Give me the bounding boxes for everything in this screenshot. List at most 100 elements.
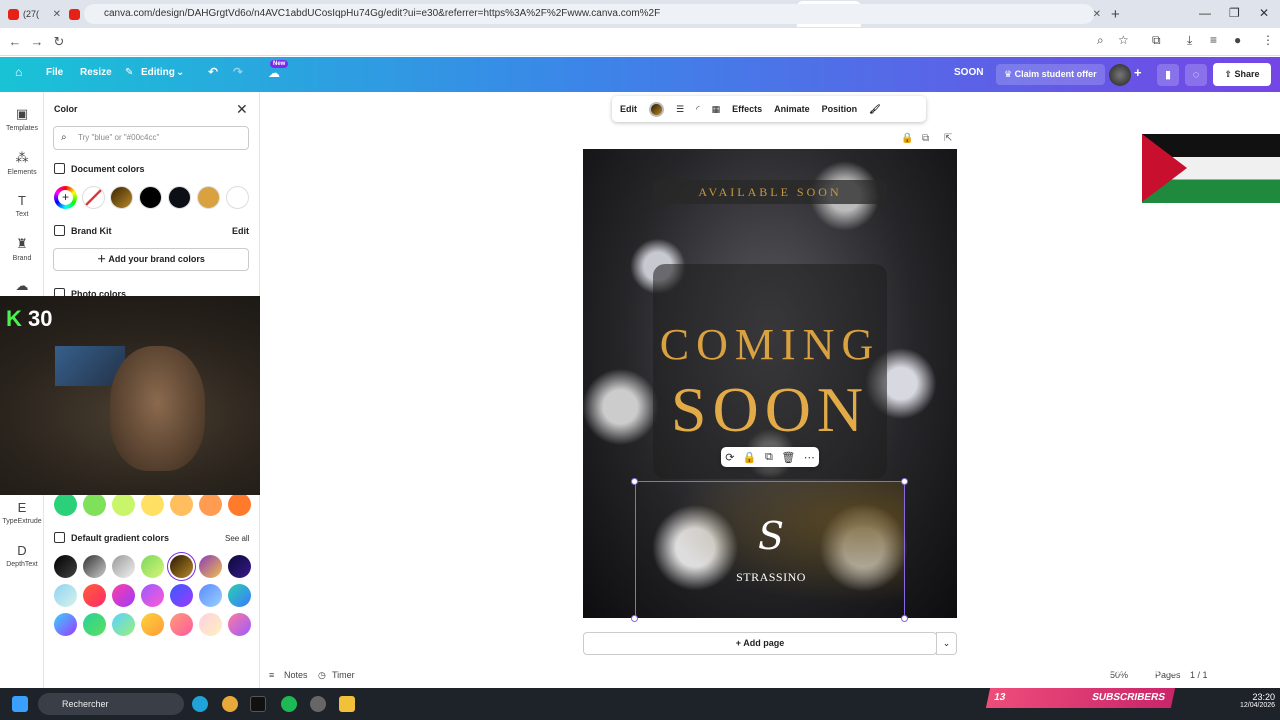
gradient-swatch[interactable]	[112, 584, 135, 607]
selected-logo-element[interactable]: S STRASSINO	[635, 481, 905, 618]
editing-mode-menu[interactable]: Editing	[141, 67, 175, 78]
back-icon[interactable]: ←	[4, 34, 26, 49]
browser-menu-icon[interactable]: ⋮	[1262, 33, 1274, 47]
position-button[interactable]: Position	[822, 104, 858, 114]
file-menu[interactable]: File	[46, 67, 63, 78]
gradient-swatch[interactable]	[199, 613, 222, 636]
gradient-swatch[interactable]	[112, 555, 135, 578]
file-explorer-icon[interactable]	[339, 696, 355, 712]
resize-handle[interactable]	[631, 615, 638, 622]
available-soon-banner[interactable]: AVAILABLE SOON	[653, 180, 887, 204]
document-color-swatch[interactable]	[139, 186, 162, 209]
gradient-swatch[interactable]	[83, 584, 106, 607]
uploads-icon[interactable]: ☁	[0, 278, 44, 297]
add-color-icon[interactable]: +	[54, 186, 77, 209]
taskbar-search[interactable]: Rechercher	[38, 693, 184, 715]
cloud-save-icon[interactable]: ☁	[268, 66, 280, 80]
photo-color-swatch[interactable]	[112, 493, 135, 516]
resize-handle[interactable]	[631, 478, 638, 485]
soon-heading[interactable]: SOON	[583, 373, 957, 447]
no-color-swatch[interactable]	[82, 186, 105, 209]
see-all-link[interactable]: See all	[225, 534, 249, 543]
photo-color-swatch[interactable]	[228, 493, 251, 516]
insights-icon[interactable]: ▮	[1157, 64, 1179, 86]
profile-icon[interactable]: ●	[1234, 33, 1241, 47]
browser-tab[interactable]: (27(✕	[4, 1, 65, 27]
gradient-swatch[interactable]	[228, 555, 251, 578]
gradient-swatch[interactable]	[199, 555, 222, 578]
photo-color-swatch[interactable]	[170, 493, 193, 516]
add-page-button[interactable]: + Add page	[583, 632, 937, 655]
expand-icon[interactable]: ⇱	[944, 133, 952, 144]
close-icon[interactable]: ✕	[236, 101, 248, 118]
color-search-input[interactable]: ⌕ Try "blue" or "#00c4cc"	[53, 126, 249, 150]
rail-item-templates[interactable]: ▣ Templates	[0, 106, 44, 132]
transparency-icon[interactable]: ▦	[712, 104, 721, 115]
url-field[interactable]: canva.com/design/DAHGrgtVd6o/n4AVC1abdUC…	[84, 4, 1094, 24]
add-collaborator-icon[interactable]: +	[1134, 65, 1142, 80]
rail-item-text[interactable]: T Text	[0, 193, 44, 218]
comment-icon[interactable]: ◌	[1185, 64, 1207, 86]
design-page[interactable]: AVAILABLE SOON COMING SOON S STRASSINO	[583, 149, 957, 618]
home-icon[interactable]: ⌂	[15, 65, 22, 79]
lock-icon[interactable]: 🔒	[901, 133, 913, 144]
reload-icon[interactable]: ↻	[48, 34, 70, 50]
gradient-swatch[interactable]	[54, 555, 77, 578]
document-color-swatch[interactable]	[197, 186, 220, 209]
notes-icon[interactable]: ≡	[269, 670, 274, 680]
document-color-swatch[interactable]	[226, 186, 249, 209]
resize-handle[interactable]	[901, 478, 908, 485]
paint-format-icon[interactable]: 🖌	[869, 104, 880, 115]
rail-item-elements[interactable]: ⁂ Elements	[0, 150, 44, 176]
chrome-icon[interactable]	[222, 696, 238, 712]
corner-rounding-icon[interactable]: ◜	[696, 104, 700, 115]
photo-color-swatch[interactable]	[83, 493, 106, 516]
lock-element-icon[interactable]: 🔒	[743, 451, 757, 464]
gradient-swatch[interactable]	[54, 584, 77, 607]
gradient-swatch[interactable]	[170, 613, 193, 636]
photo-color-swatch[interactable]	[199, 493, 222, 516]
maximize-icon[interactable]: ❐	[1229, 6, 1240, 20]
rail-item-brand[interactable]: ♜ Brand	[0, 236, 44, 262]
gradient-swatch[interactable]	[170, 584, 193, 607]
edge-icon[interactable]	[192, 696, 208, 712]
forward-icon[interactable]: →	[26, 34, 48, 49]
resize-menu[interactable]: Resize	[80, 67, 112, 78]
timer-icon[interactable]: ◷	[318, 670, 326, 681]
duplicate-page-icon[interactable]: ⧉	[922, 133, 929, 144]
resize-handle[interactable]	[901, 615, 908, 622]
tiktok-icon[interactable]	[250, 696, 266, 712]
effects-button[interactable]: Effects	[732, 104, 762, 114]
add-brand-colors-button[interactable]: ＋ Add your brand colors	[53, 248, 249, 271]
gradient-swatch[interactable]	[228, 584, 251, 607]
gradient-swatch[interactable]	[54, 613, 77, 636]
photo-color-swatch[interactable]	[141, 493, 164, 516]
gradient-swatch[interactable]	[141, 555, 164, 578]
obs-icon[interactable]	[310, 696, 326, 712]
gradient-swatch[interactable]	[228, 613, 251, 636]
gradient-swatch[interactable]	[83, 613, 106, 636]
new-tab-icon[interactable]: +	[1111, 6, 1127, 23]
zoom-icon[interactable]: ⌕	[1097, 33, 1104, 48]
edit-button[interactable]: Edit	[620, 104, 637, 114]
gradient-swatch[interactable]	[83, 555, 106, 578]
windows-start-icon[interactable]	[12, 696, 28, 712]
extensions-icon[interactable]: ⧉	[1152, 33, 1161, 48]
spotify-icon[interactable]	[281, 696, 297, 712]
undo-icon[interactable]: ↶	[208, 65, 218, 79]
rail-item-depthtext[interactable]: D DepthText	[0, 543, 44, 568]
add-page-dropdown-icon[interactable]: ⌄	[936, 632, 957, 655]
animate-button[interactable]: Animate	[774, 104, 810, 114]
download-icon[interactable]: ⤓	[1187, 33, 1192, 48]
avatar[interactable]	[1109, 64, 1131, 86]
notes-button[interactable]: Notes	[284, 670, 308, 680]
share-button[interactable]: ⇪ Share	[1213, 63, 1271, 86]
gradient-swatch[interactable]	[141, 584, 164, 607]
claim-student-offer-button[interactable]: ♛ Claim student offer	[996, 64, 1105, 85]
gradient-swatch[interactable]	[112, 613, 135, 636]
rail-item-typeextrude[interactable]: E TypeExtrude	[0, 500, 44, 525]
photo-color-swatch[interactable]	[54, 493, 77, 516]
document-color-swatch[interactable]	[110, 186, 133, 209]
bookmark-star-icon[interactable]: ☆	[1118, 33, 1129, 47]
gradient-swatch[interactable]	[141, 613, 164, 636]
